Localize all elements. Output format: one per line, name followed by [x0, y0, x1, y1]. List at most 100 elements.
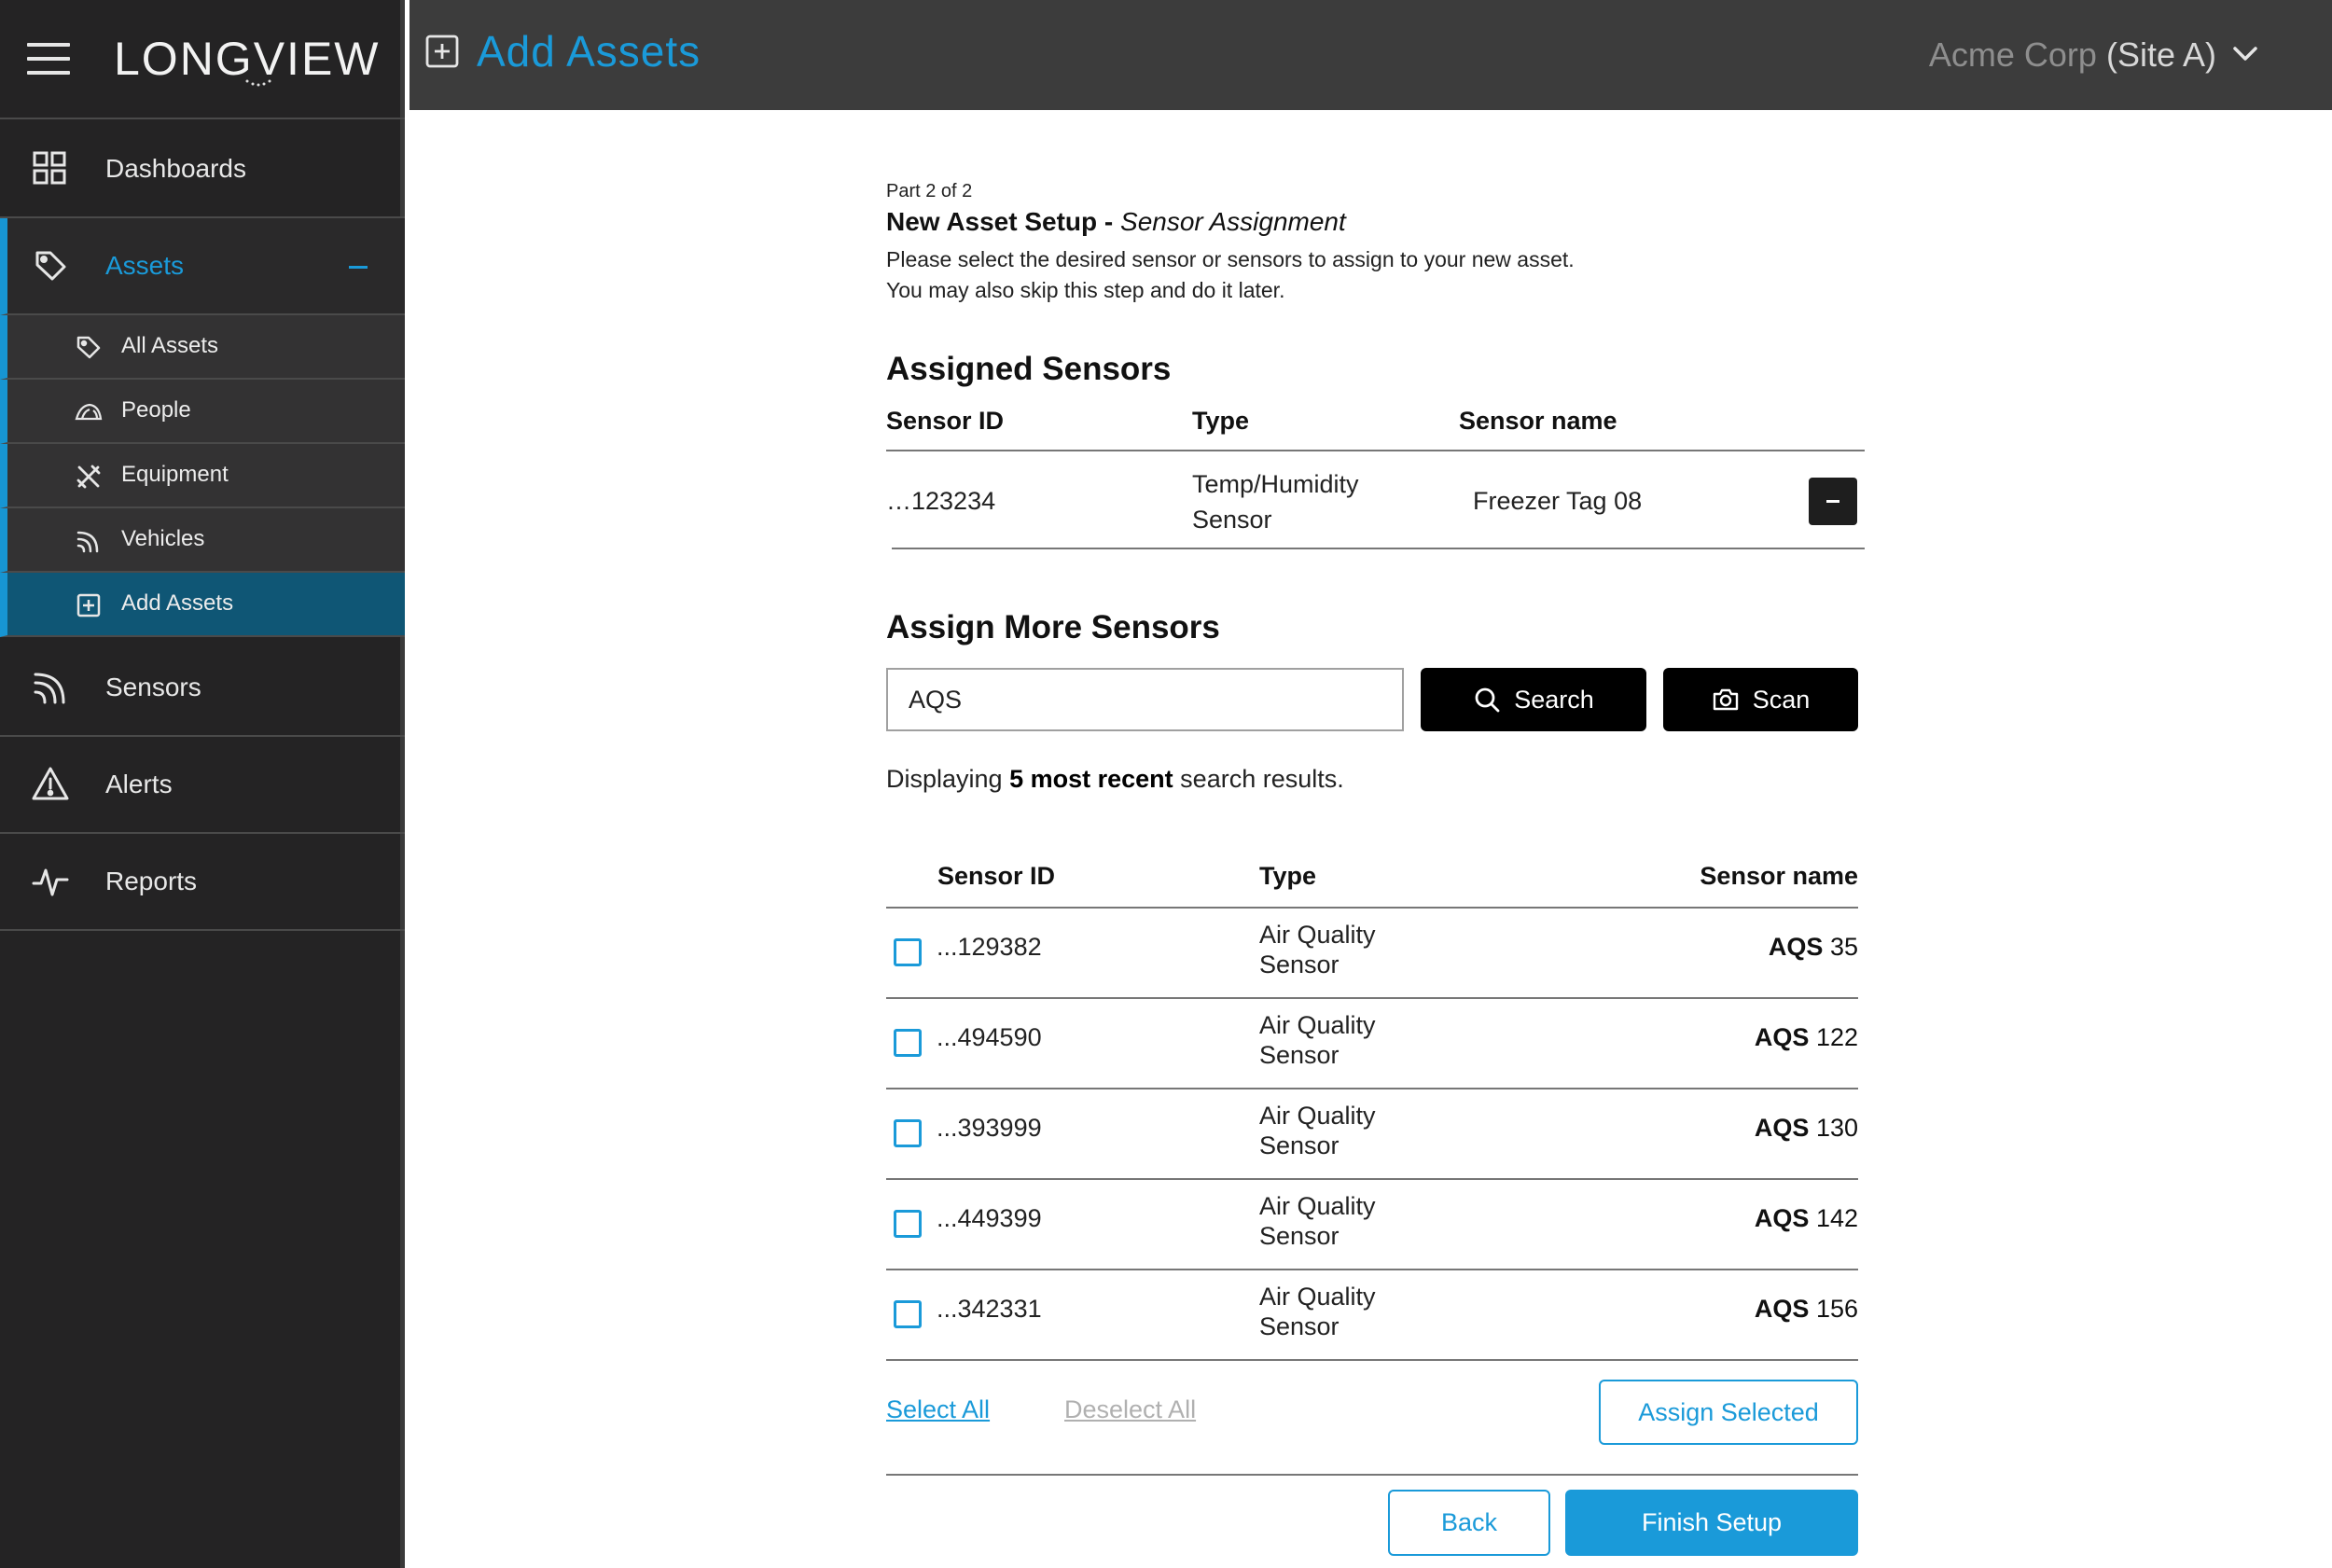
type-line-1: Air Quality — [1259, 921, 1376, 949]
assign-selected-button[interactable]: Assign Selected — [1599, 1380, 1858, 1445]
setup-title-sub: Sensor Assignment — [1120, 207, 1346, 236]
row-checkbox[interactable] — [894, 938, 922, 966]
sidebar-item-reports[interactable]: Reports — [0, 834, 405, 931]
sensor-type: Air Quality Sensor — [1259, 1282, 1376, 1341]
pulse-icon — [32, 868, 69, 896]
type-line-1: Air Quality — [1259, 1102, 1376, 1130]
setup-title-main: New Asset Setup - — [886, 207, 1114, 236]
org-selector[interactable]: Acme Corp (Site A) — [1929, 35, 2216, 75]
brand-bar: LONGVIEW — [0, 0, 405, 119]
sensor-name: AQS 156 — [1755, 1295, 1858, 1324]
name-prefix: AQS — [1754, 1204, 1810, 1232]
scan-button[interactable]: Scan — [1663, 668, 1858, 731]
table-row[interactable]: ...342331 Air Quality Sensor AQS 156 — [886, 1270, 1858, 1361]
sidebar-subitem-add-assets[interactable]: Add Assets — [0, 573, 405, 637]
deselect-all-link[interactable]: Deselect All — [1064, 1395, 1196, 1424]
logo-dots-icon — [245, 79, 271, 87]
setup-description: Please select the desired sensor or sens… — [886, 244, 1575, 306]
search-button[interactable]: Search — [1421, 668, 1646, 731]
sidebar-subitem-vehicles[interactable]: Vehicles — [0, 508, 405, 573]
table-row[interactable]: ...449399 Air Quality Sensor AQS 142 — [886, 1180, 1858, 1270]
row-checkbox[interactable] — [894, 1300, 922, 1328]
assigned-sensors-heading: Assigned Sensors — [886, 351, 1172, 387]
select-all-link[interactable]: Select All — [886, 1395, 990, 1424]
sidebar-subitem-label: Equipment — [121, 462, 229, 487]
sidebar-subitem-equipment[interactable]: Equipment — [0, 444, 405, 508]
summary-post: search results. — [1180, 765, 1344, 793]
sidebar-item-label: Dashboards — [105, 154, 246, 183]
type-line-1: Air Quality — [1259, 1283, 1376, 1311]
sensor-name: AQS 35 — [1769, 933, 1858, 962]
results-summary: Displaying 5 most recent search results. — [886, 765, 1344, 794]
type-line-2: Sensor — [1259, 1131, 1340, 1159]
sidebar-item-sensors[interactable]: Sensors — [0, 640, 405, 737]
scan-button-label: Scan — [1752, 685, 1811, 714]
sensor-id: ...342331 — [937, 1295, 1042, 1323]
page-title: Add Assets — [477, 27, 701, 76]
type-line-2: Sensor — [1259, 1041, 1340, 1069]
sensor-type: Air Quality Sensor — [1259, 1191, 1376, 1251]
sensor-name: AQS 142 — [1755, 1204, 1858, 1233]
assign-more-heading: Assign More Sensors — [886, 609, 1220, 645]
row-checkbox[interactable] — [894, 1210, 922, 1238]
sensor-id: ...393999 — [937, 1114, 1042, 1142]
name-number: 142 — [1815, 1204, 1858, 1232]
sidebar-subitem-label: People — [121, 397, 191, 423]
back-button[interactable]: Back — [1388, 1490, 1550, 1556]
sidebar-subitem-all-assets[interactable]: All Assets — [0, 315, 405, 380]
remove-sensor-button[interactable] — [1809, 478, 1857, 525]
top-header: Add Assets Acme Corp (Site A) — [409, 0, 2332, 110]
name-prefix: AQS — [1768, 933, 1824, 961]
sensor-id: ...494590 — [937, 1023, 1042, 1051]
search-icon — [1475, 687, 1500, 713]
row-checkbox[interactable] — [894, 1029, 922, 1057]
desc-line-1: Please select the desired sensor or sens… — [886, 247, 1575, 271]
divider — [886, 1474, 1858, 1476]
sidebar-subitem-people[interactable]: People — [0, 380, 405, 444]
sensor-signal-icon — [34, 673, 65, 704]
sidebar-subitem-label: Vehicles — [121, 526, 205, 551]
col-header-sensor-name: Sensor name — [1700, 862, 1858, 890]
sidebar-subitem-label: Add Assets — [121, 590, 234, 616]
col-header-type: Type — [1192, 407, 1250, 435]
type-line-2: Sensor — [1259, 1222, 1340, 1250]
assigned-sensor-name: Freezer Tag 08 — [1473, 487, 1643, 515]
divider — [886, 450, 1865, 451]
chevron-down-icon[interactable] — [2232, 45, 2258, 63]
sensor-id: ...449399 — [937, 1204, 1042, 1232]
table-row[interactable]: ...494590 Air Quality Sensor AQS 122 — [886, 999, 1858, 1089]
alert-triangle-icon — [32, 767, 69, 800]
sidebar-item-label: Sensors — [105, 673, 201, 701]
col-header-sensor-id: Sensor ID — [886, 407, 1005, 435]
step-indicator: Part 2 of 2 — [886, 181, 973, 201]
col-header-sensor-name: Sensor name — [1459, 407, 1617, 435]
sidebar-item-assets[interactable]: Assets — [0, 218, 405, 315]
desc-line-2: You may also skip this step and do it la… — [886, 278, 1285, 302]
sidebar-item-label: Reports — [105, 867, 198, 895]
summary-bold: 5 most recent — [1009, 765, 1173, 793]
org-name: Acme Corp — [1928, 35, 2097, 74]
table-row[interactable]: ...129382 Air Quality Sensor AQS 35 — [886, 909, 1858, 999]
hamburger-menu-icon[interactable] — [27, 43, 70, 75]
people-icon — [75, 403, 103, 421]
sidebar-subitem-label: All Assets — [121, 333, 219, 358]
sensor-search-input[interactable] — [886, 668, 1404, 731]
sidebar-item-alerts[interactable]: Alerts — [0, 737, 405, 834]
signal-icon — [76, 531, 99, 553]
name-prefix: AQS — [1754, 1114, 1810, 1142]
table-row[interactable]: ...393999 Air Quality Sensor AQS 130 — [886, 1089, 1858, 1180]
name-number: 130 — [1815, 1114, 1858, 1142]
sidebar: LONGVIEW Dashboards Assets All Assets Pe… — [0, 0, 405, 1568]
sidebar-item-label: Alerts — [105, 770, 173, 798]
collapse-icon[interactable] — [349, 266, 368, 269]
tools-icon — [76, 465, 101, 489]
sidebar-item-dashboards[interactable]: Dashboards — [0, 121, 405, 218]
sidebar-item-label: Assets — [105, 251, 185, 280]
type-line-2: Sensor — [1259, 1312, 1340, 1340]
name-prefix: AQS — [1754, 1295, 1810, 1323]
finish-setup-button[interactable]: Finish Setup — [1565, 1490, 1858, 1556]
row-checkbox[interactable] — [894, 1119, 922, 1147]
assigned-sensor-id: …123234 — [886, 487, 996, 515]
type-line-1: Temp/Humidity — [1192, 470, 1359, 498]
assigned-sensor-type: Temp/Humidity Sensor — [1192, 466, 1359, 537]
